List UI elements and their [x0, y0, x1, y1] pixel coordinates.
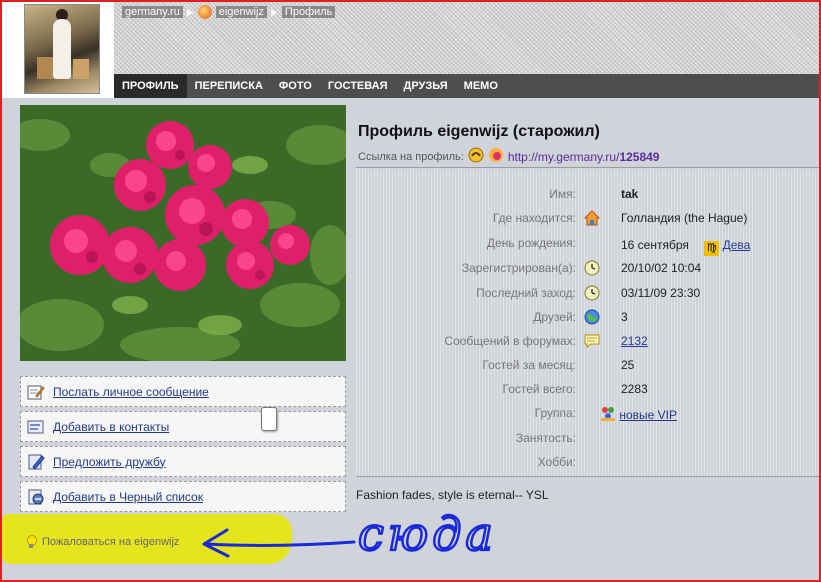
field-label: День рождения: — [486, 236, 576, 250]
profile-link-row: Ссылка на профиль: http://my.germany.ru/… — [358, 147, 659, 166]
tab-friends[interactable]: ДРУЗЬЯ — [396, 74, 456, 98]
status-badge-icon — [468, 147, 484, 166]
breadcrumb-separator-icon: ▶ — [186, 6, 194, 17]
breadcrumb-separator-icon: ▶ — [271, 6, 278, 17]
field-value-link-wrap: 2132 — [621, 334, 648, 348]
field-friends: Друзей: 3 — [356, 305, 819, 329]
profile-nav: ПРОФИЛЬ ПЕРЕПИСКА ФОТО ГОСТЕВАЯ ДРУЗЬЯ М… — [114, 74, 819, 98]
flower-photo-image — [20, 105, 346, 361]
profile-motto: Fashion fades, style is eternal-- YSL — [356, 488, 549, 502]
field-value-row: 16 сентября ♍ Дева — [621, 238, 750, 256]
field-location: Где находится: Голландия (the Hague) — [356, 206, 819, 230]
address-card-icon — [27, 418, 45, 436]
field-guests-month: Гостей за месяц: 25 — [356, 353, 819, 377]
field-label: Гостей за месяц: — [482, 358, 576, 372]
action-list: Послать личное сообщение Добавить в конт… — [20, 376, 346, 516]
speech-bubble-icon — [584, 333, 600, 349]
field-value: 25 — [621, 358, 635, 372]
complain-link-row[interactable]: Пожаловаться на eigenwijz — [26, 535, 179, 549]
avatar[interactable] — [24, 4, 100, 94]
breadcrumb: germany.ru ▶ eigenwijz ▶ Профиль — [122, 5, 336, 19]
house-icon — [583, 210, 601, 226]
field-label: Сообщений в форумах: — [444, 334, 576, 348]
tab-messages[interactable]: ПЕРЕПИСКА — [187, 74, 271, 98]
avatar-bag — [37, 57, 53, 79]
offer-friendship-link[interactable]: Предложить дружбу — [53, 455, 166, 469]
field-occupation: Занятость: — [356, 426, 819, 450]
divider — [356, 476, 819, 477]
forum-posts-link[interactable]: 2132 — [621, 334, 648, 348]
complain-link[interactable]: Пожаловаться на eigenwijz — [42, 536, 179, 548]
group-icon — [600, 406, 616, 425]
user-badge-icon — [488, 147, 504, 166]
clock-icon — [584, 260, 600, 276]
pencil-note-icon — [27, 383, 45, 401]
page-title: Профиль eigenwijz (старожил) — [358, 123, 600, 140]
user-badge-icon — [197, 5, 212, 19]
profile-photo[interactable] — [20, 105, 346, 361]
tab-photo[interactable]: ФОТО — [271, 74, 320, 98]
field-value-row: новые VIP — [600, 406, 677, 425]
birthday-value: 16 сентября — [621, 238, 689, 252]
field-label: Хобби: — [537, 455, 576, 469]
add-blacklist-link[interactable]: Добавить в Черный список — [53, 490, 203, 504]
avatar-figure — [53, 19, 71, 79]
profile-url-id: 125849 — [619, 149, 660, 164]
tab-profile[interactable]: ПРОФИЛЬ — [114, 74, 187, 98]
field-label: Зарегистрирован(а): — [461, 261, 576, 275]
field-label: Друзей: — [533, 310, 576, 324]
profile-link-label: Ссылка на профиль: — [358, 150, 464, 163]
profile-url-prefix: http://my.germany.ru/ — [507, 149, 620, 164]
globe-icon — [584, 309, 600, 325]
annotation-text: сюда — [358, 507, 497, 561]
field-birthday: День рождения: 16 сентября ♍ Дева — [356, 231, 819, 256]
field-guests-total: Гостей всего: 2283 — [356, 377, 819, 401]
breadcrumb-site[interactable]: germany.ru — [122, 6, 183, 18]
tab-memo[interactable]: МЕМО — [456, 74, 506, 98]
pen-friendship-icon — [27, 453, 45, 471]
breadcrumb-page: Профиль — [281, 6, 336, 18]
field-forum-posts: Сообщений в форумах: 2132 — [356, 329, 819, 353]
field-label: Последний заход: — [476, 286, 576, 300]
group-link[interactable]: новые VIP — [619, 408, 677, 422]
field-label: Где находится: — [492, 211, 576, 225]
field-last-visit: Последний заход: 03/11/09 23:30 — [356, 281, 819, 305]
field-label: Имя: — [549, 187, 576, 201]
field-value: 2283 — [621, 382, 648, 396]
avatar-bag — [73, 59, 89, 79]
field-value: tak — [621, 187, 639, 201]
cursor-tooltip — [261, 407, 277, 431]
breadcrumb-user[interactable]: eigenwijz — [215, 6, 267, 18]
lightbulb-icon — [26, 535, 37, 549]
field-hobbies: Хобби: — [356, 450, 819, 474]
clock-icon — [584, 285, 600, 301]
field-registered: Зарегистрирован(а): 20/10/02 10:04 — [356, 256, 819, 280]
send-message-link[interactable]: Послать личное сообщение — [53, 385, 209, 399]
add-contacts-link[interactable]: Добавить в контакты — [53, 420, 169, 434]
header: germany.ru ▶ eigenwijz ▶ Профиль ПРОФИЛЬ… — [2, 2, 819, 98]
divider — [356, 167, 819, 168]
field-value: 3 — [621, 310, 628, 324]
page-frame: germany.ru ▶ eigenwijz ▶ Профиль ПРОФИЛЬ… — [0, 0, 821, 582]
field-group: Группа: новые VIP — [356, 401, 819, 425]
add-blacklist-action[interactable]: Добавить в Черный список — [20, 481, 346, 512]
blacklist-icon — [27, 488, 45, 506]
profile-url-link[interactable]: http://my.germany.ru/125849 — [508, 150, 660, 164]
zodiac-icon: ♍ — [704, 241, 720, 256]
field-label: Группа: — [534, 406, 576, 420]
field-name: Имя: tak — [356, 182, 819, 206]
offer-friendship-action[interactable]: Предложить дружбу — [20, 446, 346, 477]
field-value: 03/11/09 23:30 — [621, 286, 701, 300]
add-contacts-action[interactable]: Добавить в контакты — [20, 411, 346, 442]
field-value: Голландия (the Hague) — [621, 211, 748, 225]
send-message-action[interactable]: Послать личное сообщение — [20, 376, 346, 407]
zodiac-link[interactable]: Дева — [723, 238, 751, 252]
field-value: 20/10/02 10:04 — [621, 261, 702, 275]
field-label: Занятость: — [515, 431, 576, 445]
field-label: Гостей всего: — [502, 382, 576, 396]
tab-guestbook[interactable]: ГОСТЕВАЯ — [320, 74, 396, 98]
